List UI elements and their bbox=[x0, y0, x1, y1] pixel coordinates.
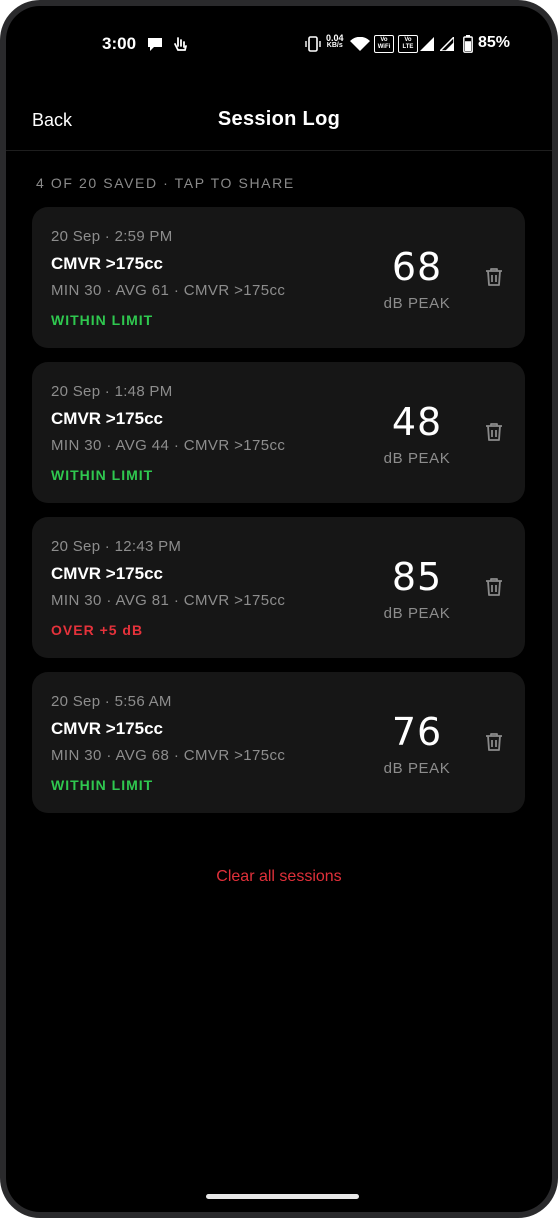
session-peak-value: 48 bbox=[391, 400, 443, 444]
vibrate-icon bbox=[304, 35, 322, 58]
session-peak-unit: dB PEAK bbox=[383, 760, 451, 777]
trash-icon[interactable] bbox=[482, 265, 506, 289]
session-name: CMVR >175cc bbox=[51, 254, 163, 273]
signal-icon bbox=[420, 37, 434, 56]
volte-lte-badge: Vo LTE bbox=[398, 35, 418, 53]
saved-counter: 4 OF 20 SAVED · TAP TO SHARE bbox=[36, 175, 295, 191]
header: Back Session Log bbox=[6, 80, 552, 151]
session-name: CMVR >175cc bbox=[51, 719, 163, 738]
sim2-bottom: LTE bbox=[402, 44, 414, 50]
session-peak-value: 68 bbox=[391, 245, 443, 289]
session-peak-value: 85 bbox=[391, 555, 443, 599]
session-stats: MIN 30 · AVG 68 · CMVR >175cc bbox=[51, 747, 286, 764]
net-speed: 0.04 KB/s bbox=[326, 34, 344, 50]
session-card[interactable]: 20 Sep · 2:59 PM CMVR >175cc MIN 30 · AV… bbox=[32, 207, 525, 348]
session-card[interactable]: 20 Sep · 1:48 PM CMVR >175cc MIN 30 · AV… bbox=[32, 362, 525, 503]
session-status: WITHIN LIMIT bbox=[51, 777, 154, 793]
session-stats: MIN 30 · AVG 81 · CMVR >175cc bbox=[51, 592, 286, 609]
session-stats: MIN 30 · AVG 44 · CMVR >175cc bbox=[51, 437, 286, 454]
sim1-bottom: WiFi bbox=[377, 44, 391, 50]
session-date: 20 Sep · 2:59 PM bbox=[51, 228, 173, 245]
session-peak-unit: dB PEAK bbox=[383, 450, 451, 467]
session-card[interactable]: 20 Sep · 12:43 PM CMVR >175cc MIN 30 · A… bbox=[32, 517, 525, 658]
session-peak-value: 76 bbox=[391, 710, 443, 754]
screen: 3:00 0.04 KB/s Vo WiFi Vo LTE 85% Back S… bbox=[6, 6, 552, 1212]
session-name: CMVR >175cc bbox=[51, 409, 163, 428]
session-stats: MIN 30 · AVG 61 · CMVR >175cc bbox=[51, 282, 286, 299]
session-date: 20 Sep · 1:48 PM bbox=[51, 383, 173, 400]
battery-percent: 85% bbox=[478, 34, 511, 51]
session-peak-unit: dB PEAK bbox=[383, 295, 451, 312]
session-date: 20 Sep · 12:43 PM bbox=[51, 538, 182, 555]
device-frame: 3:00 0.04 KB/s Vo WiFi Vo LTE 85% Back S… bbox=[0, 0, 558, 1218]
chat-notification-icon bbox=[146, 36, 164, 57]
session-status: OVER +5 dB bbox=[51, 622, 144, 638]
battery-icon bbox=[463, 35, 473, 58]
session-date: 20 Sep · 5:56 AM bbox=[51, 693, 172, 710]
trash-icon[interactable] bbox=[482, 730, 506, 754]
session-status: WITHIN LIMIT bbox=[51, 467, 154, 483]
net-speed-value: 0.04 bbox=[326, 33, 344, 43]
trash-icon[interactable] bbox=[482, 420, 506, 444]
session-status: WITHIN LIMIT bbox=[51, 312, 154, 328]
sim1-top: Vo bbox=[380, 37, 388, 43]
clear-all-sessions-button[interactable]: Clear all sessions bbox=[6, 868, 552, 886]
home-indicator[interactable] bbox=[206, 1194, 359, 1199]
session-name: CMVR >175cc bbox=[51, 564, 163, 583]
session-peak-unit: dB PEAK bbox=[383, 605, 451, 622]
touch-notification-icon bbox=[172, 35, 188, 58]
page-title: Session Log bbox=[217, 108, 341, 130]
volte-wifi-badge: Vo WiFi bbox=[374, 35, 394, 53]
wifi-icon bbox=[350, 36, 370, 57]
status-time: 3:00 bbox=[102, 34, 137, 53]
signal-icon-2 bbox=[438, 35, 455, 56]
trash-icon[interactable] bbox=[482, 575, 506, 599]
session-card[interactable]: 20 Sep · 5:56 AM CMVR >175cc MIN 30 · AV… bbox=[32, 672, 525, 813]
sim2-top: Vo bbox=[404, 37, 412, 43]
status-bar: 3:00 0.04 KB/s Vo WiFi Vo LTE 85% bbox=[6, 6, 552, 80]
net-speed-unit: KB/s bbox=[326, 42, 343, 49]
